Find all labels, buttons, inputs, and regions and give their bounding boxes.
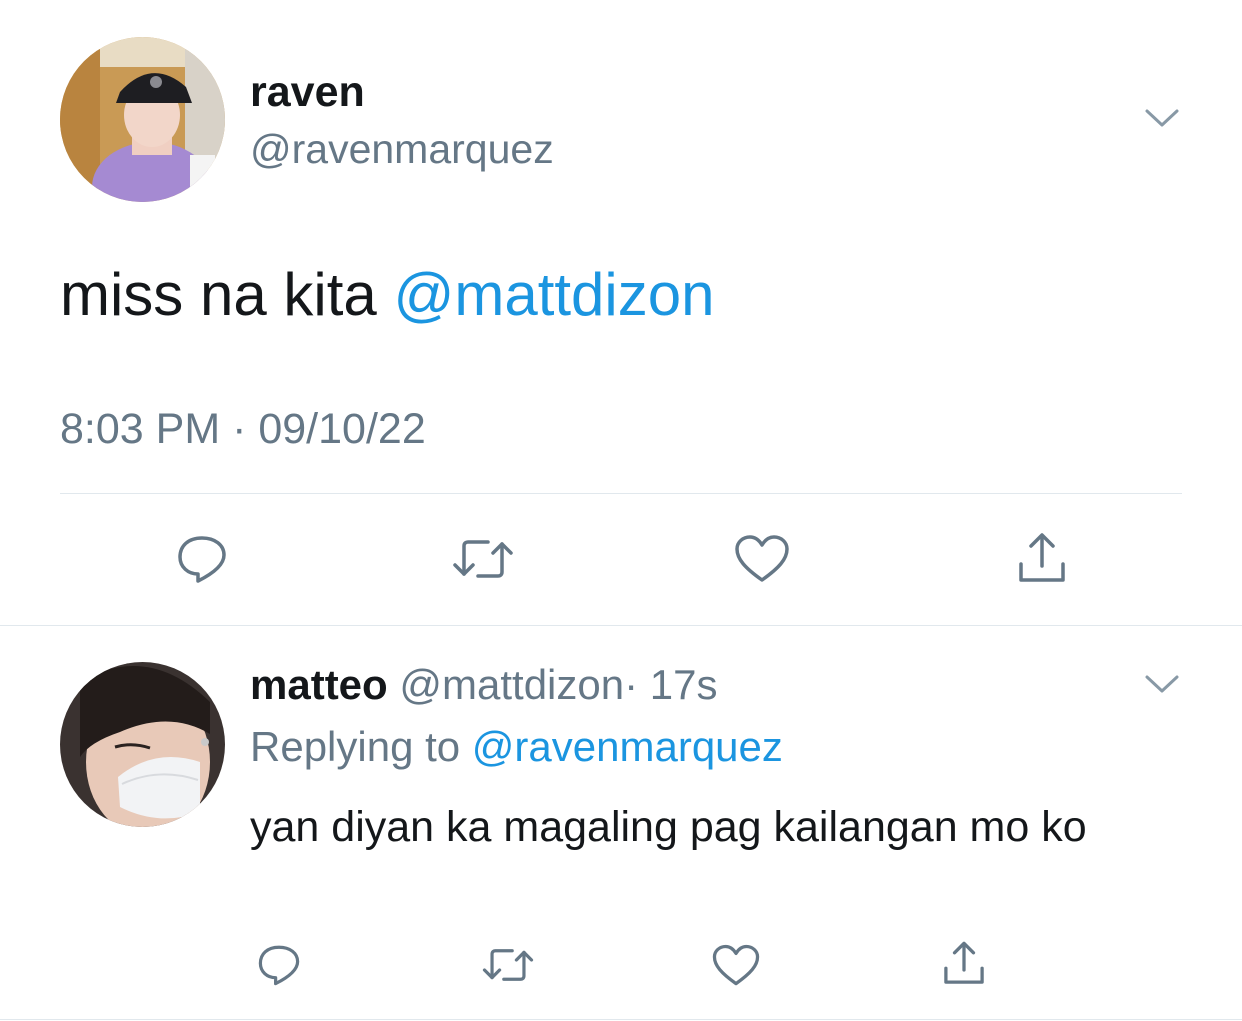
retweet-icon[interactable] — [478, 940, 538, 990]
author-name[interactable]: raven — [250, 67, 365, 117]
retweet-icon[interactable] — [448, 530, 518, 588]
author-handle[interactable]: @ravenmarquez — [250, 124, 554, 174]
replying-to-line: Replying to @ravenmarquez — [250, 722, 783, 772]
like-icon[interactable] — [708, 940, 764, 990]
share-icon[interactable] — [1010, 528, 1074, 590]
tweet-body: miss na kita — [60, 261, 377, 328]
divider — [0, 1019, 1242, 1020]
reply-header: matteo @mattdizon· 17s — [250, 660, 717, 710]
replying-to-link[interactable]: @ravenmarquez — [472, 723, 783, 770]
mention-link[interactable]: @mattdizon — [393, 261, 714, 328]
divider — [60, 493, 1182, 494]
chevron-down-icon[interactable] — [1140, 666, 1184, 702]
reply-icon[interactable] — [170, 530, 234, 588]
like-icon[interactable] — [730, 530, 794, 588]
tweet-text: miss na kita @mattdizon — [60, 260, 714, 330]
reply-icon[interactable] — [252, 940, 306, 990]
divider — [0, 625, 1242, 626]
chevron-down-icon[interactable] — [1140, 100, 1184, 136]
share-icon[interactable] — [935, 936, 993, 992]
reply-author-name[interactable]: matteo — [250, 661, 388, 708]
avatar-raven[interactable] — [60, 37, 225, 202]
reply-time[interactable]: · 17s — [624, 661, 717, 708]
timestamp[interactable]: 8:03 PM · 09/10/22 — [60, 404, 426, 454]
reply-author-handle[interactable]: @mattdizon — [399, 661, 624, 708]
replying-to-label: Replying to — [250, 723, 461, 770]
avatar-matteo[interactable] — [60, 662, 225, 827]
reply-text: yan diyan ka magaling pag kailangan mo k… — [250, 803, 1087, 851]
